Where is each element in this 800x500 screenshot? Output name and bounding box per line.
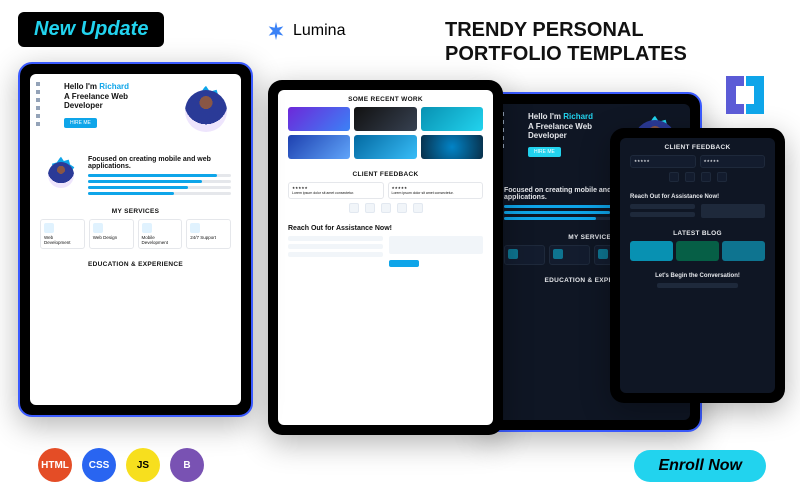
feedback-title: CLIENT FEEDBACK <box>630 144 765 151</box>
work-thumb[interactable] <box>421 135 483 159</box>
work-thumb[interactable] <box>354 107 416 131</box>
hire-me-button[interactable]: HIRE ME <box>528 147 561 157</box>
service-card[interactable]: Web Development <box>40 219 85 249</box>
blog-title: LATEST BLOG <box>630 230 765 237</box>
hire-me-button[interactable]: HIRE ME <box>64 118 97 128</box>
brand-name: Lumina <box>293 22 345 40</box>
message-field[interactable] <box>389 236 484 254</box>
about-title: Focused on creating mobile and web appli… <box>88 156 231 170</box>
service-card[interactable]: 24/7 Support <box>186 219 231 249</box>
conversation-title: Let's Begin the Conversation! <box>630 273 765 279</box>
testimonial: ★★★★★Lorem ipsum dolor sit amet consecte… <box>388 182 484 199</box>
contact-title: Reach Out for Assistance Now! <box>288 225 483 232</box>
enroll-now-button[interactable]: Enroll Now <box>634 450 766 482</box>
about-avatar <box>40 154 82 196</box>
new-update-badge: New Update <box>18 12 164 47</box>
css-icon: CSS <box>82 448 116 482</box>
feedback-title: CLIENT FEEDBACK <box>288 171 483 178</box>
bootstrap-icon: B <box>170 448 204 482</box>
service-card[interactable] <box>549 245 590 265</box>
blog-thumb[interactable] <box>630 241 673 261</box>
work-thumb[interactable] <box>288 107 350 131</box>
sidebar-nav <box>500 112 522 170</box>
html-icon: HTML <box>38 448 72 482</box>
contact-title: Reach Out for Assistance Now! <box>630 194 765 200</box>
headline: TRENDY PERSONAL PORTFOLIO TEMPLATES <box>445 18 687 66</box>
tablet-preview-1: Hello I'm RichardA Freelance WebDevelope… <box>18 62 253 417</box>
phone-field[interactable] <box>288 252 383 257</box>
headline-line1: TRENDY PERSONAL <box>445 18 687 42</box>
work-thumb[interactable] <box>421 107 483 131</box>
hero-title: Hello I'm RichardA Freelance WebDevelope… <box>64 82 171 111</box>
work-thumb[interactable] <box>354 135 416 159</box>
blog-thumb[interactable] <box>676 241 719 261</box>
skill-bars <box>88 174 231 195</box>
testimonial: ★★★★★ <box>630 155 696 168</box>
blog-thumb[interactable] <box>722 241 765 261</box>
service-card[interactable]: Web Design <box>89 219 134 249</box>
js-icon: JS <box>126 448 160 482</box>
service-card[interactable] <box>504 245 545 265</box>
edu-title: EDUCATION & EXPERIENCE <box>40 261 231 268</box>
testimonial: ★★★★★Lorem ipsum dolor sit amet consecte… <box>288 182 384 199</box>
tech-icons: HTML CSS JS B <box>38 448 204 482</box>
work-title: SOME RECENT WORK <box>288 96 483 103</box>
tablet-preview-4: CLIENT FEEDBACK ★★★★★ ★★★★★ Reach Out for… <box>610 128 785 403</box>
sidebar-nav <box>36 82 58 140</box>
testimonial: ★★★★★ <box>700 155 766 168</box>
send-button[interactable] <box>389 260 419 267</box>
asterisk-icon <box>265 20 287 42</box>
name-field[interactable] <box>630 204 695 209</box>
hero-title: Hello I'm RichardA Freelance WebDevelope… <box>528 112 620 141</box>
services-title: MY SERVICES <box>40 208 231 215</box>
email-field[interactable] <box>288 244 383 249</box>
product-logo-icon <box>720 70 770 120</box>
name-field[interactable] <box>288 236 383 241</box>
hero-avatar <box>177 82 235 140</box>
work-thumb[interactable] <box>288 135 350 159</box>
email-field[interactable] <box>630 212 695 217</box>
service-card[interactable]: Mobile Development <box>138 219 183 249</box>
email-subscribe[interactable] <box>657 283 738 288</box>
tablet-preview-2: SOME RECENT WORK CLIENT FEEDBACK ★★★★★Lo… <box>268 80 503 435</box>
brand: Lumina <box>265 20 345 42</box>
headline-line2: PORTFOLIO TEMPLATES <box>445 42 687 66</box>
message-field[interactable] <box>701 204 766 218</box>
